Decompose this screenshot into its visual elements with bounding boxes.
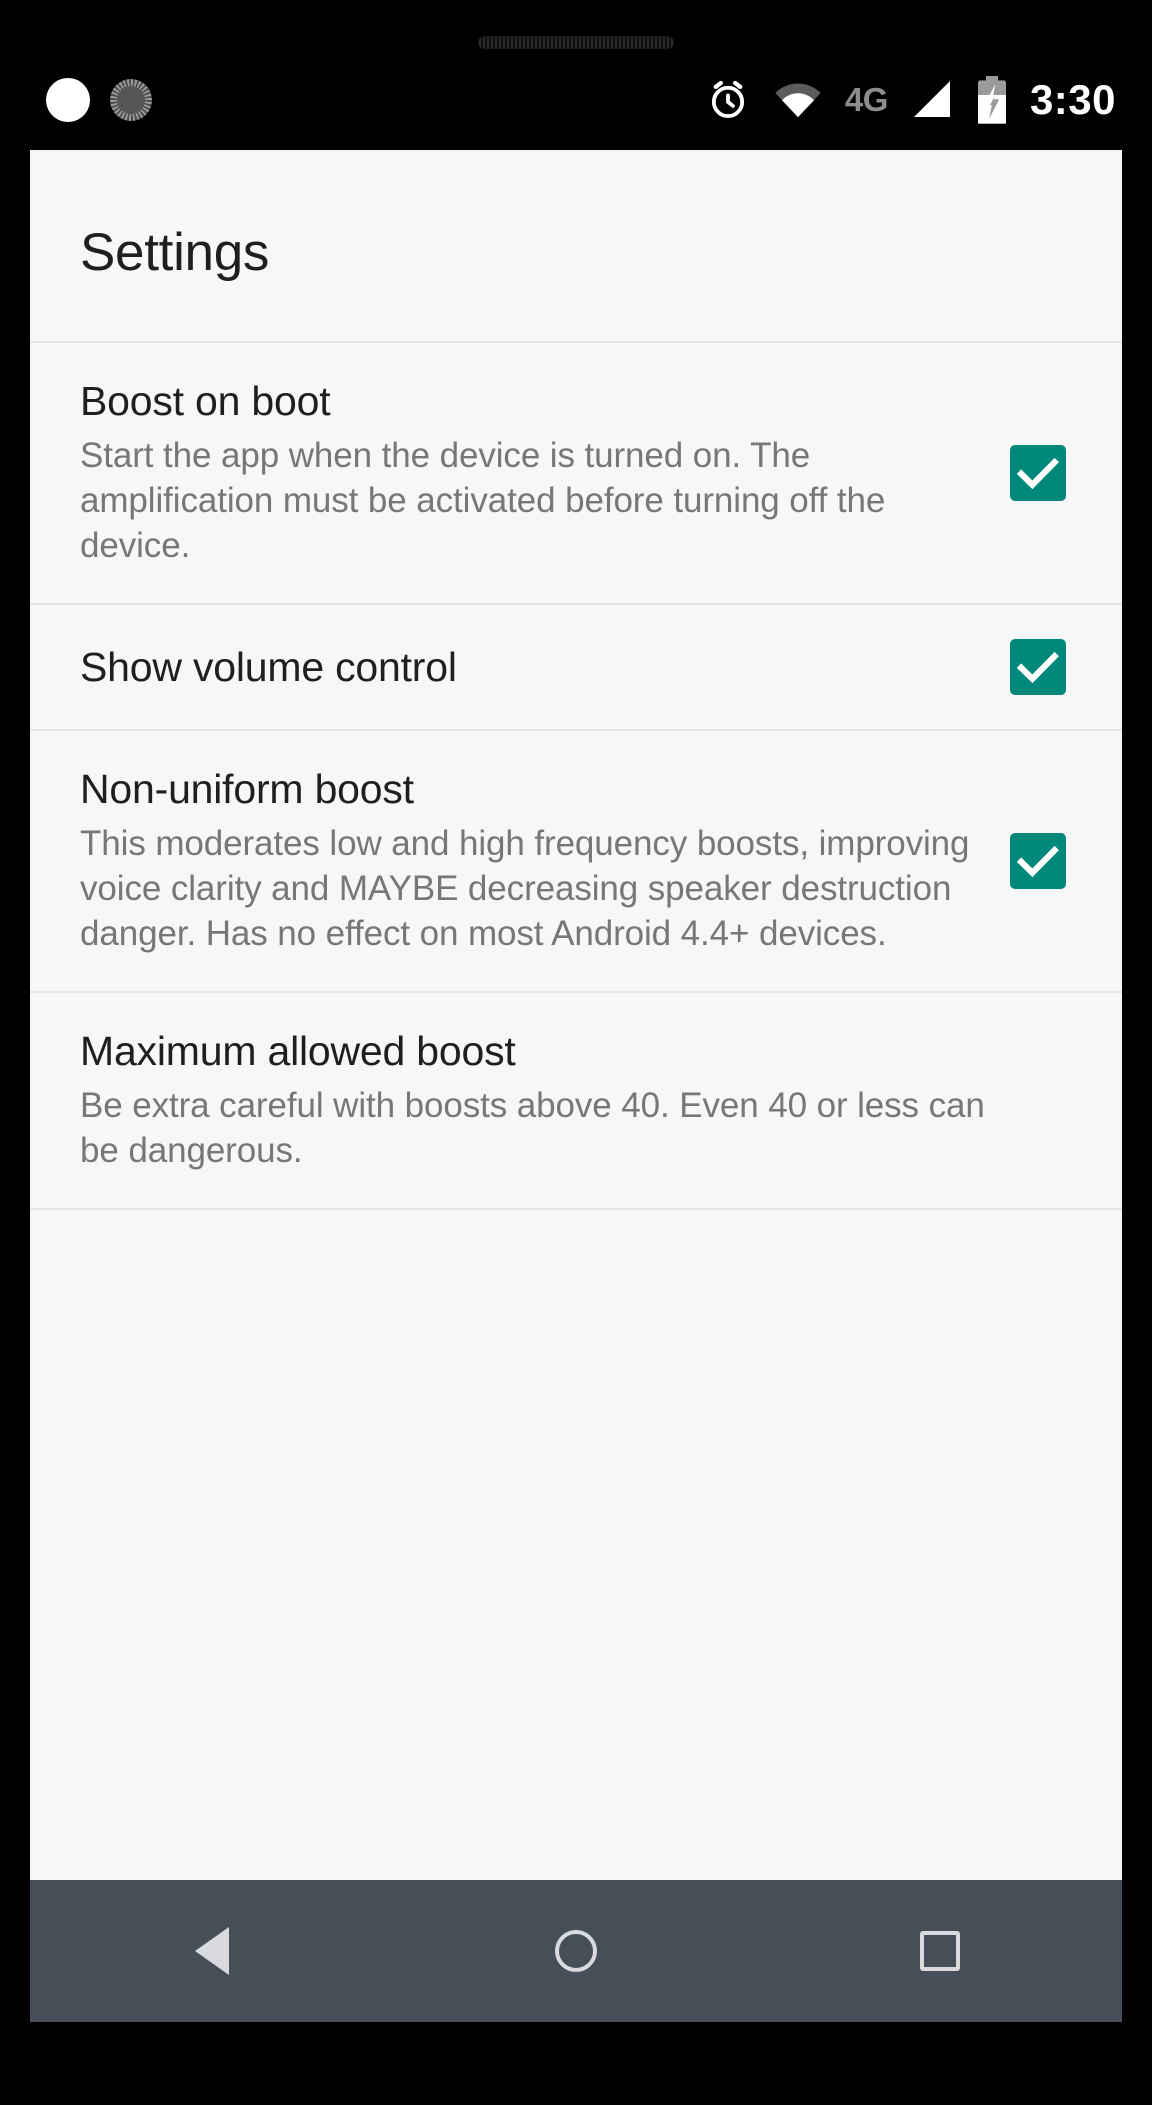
preference-summary: Start the app when the device is turned … <box>80 436 886 565</box>
preference-row-non-uniform-boost[interactable]: Non-uniform boost This moderates low and… <box>30 731 1122 993</box>
preference-summary: This moderates low and high frequency bo… <box>80 824 970 953</box>
status-bar-system-icons: 4G 3:30 <box>705 76 1116 124</box>
gear-progress-icon <box>110 79 152 121</box>
preference-summary: Be extra careful with boosts above 40. E… <box>80 1085 985 1170</box>
preference-row-boost-on-boot[interactable]: Boost on boot Start the app when the dev… <box>30 341 1122 605</box>
preference-title: Boost on boot <box>80 378 331 424</box>
settings-screen: Settings Boost on boot Start the app whe… <box>30 150 1122 1880</box>
back-triangle-icon <box>195 1927 229 1975</box>
recents-button[interactable] <box>880 1891 1000 2011</box>
checkbox-show-volume-control[interactable] <box>1010 638 1066 695</box>
preference-text: Non-uniform boost This moderates low and… <box>80 765 1010 957</box>
cellular-signal-icon <box>910 79 954 121</box>
battery-charging-icon <box>976 76 1008 124</box>
back-button[interactable] <box>152 1891 272 2011</box>
wifi-icon <box>773 80 823 120</box>
preference-text: Maximum allowed boost Be extra careful w… <box>80 1027 1066 1174</box>
earpiece-speaker-grille <box>478 36 674 49</box>
preference-list: Boost on boot Start the app when the dev… <box>30 341 1122 1540</box>
circle-notification-icon <box>46 78 90 122</box>
system-navigation-bar <box>30 1880 1122 2022</box>
preference-row-show-volume-control[interactable]: Show volume control <box>30 605 1122 731</box>
preference-text: Boost on boot Start the app when the dev… <box>80 377 1010 569</box>
list-empty-space <box>30 1210 1122 1540</box>
network-type-label: 4G <box>844 81 889 118</box>
preference-title: Non-uniform boost <box>80 765 414 812</box>
checkbox-boost-on-boot[interactable] <box>1010 444 1066 501</box>
status-bar-clock: 3:30 <box>1029 76 1116 123</box>
preference-row-maximum-allowed-boost[interactable]: Maximum allowed boost Be extra careful w… <box>30 993 1122 1210</box>
preference-text: Show volume control <box>80 643 1010 691</box>
alarm-clock-icon <box>705 77 751 123</box>
home-button[interactable] <box>516 1891 636 2011</box>
preference-title: Show volume control <box>80 643 457 690</box>
page-title: Settings <box>80 223 270 282</box>
status-bar: 4G 3:30 <box>0 66 1152 134</box>
status-bar-notifications <box>46 78 152 122</box>
recents-square-icon <box>920 1931 960 1971</box>
checkbox-non-uniform-boost[interactable] <box>1010 832 1066 889</box>
preference-title: Maximum allowed boost <box>80 1027 516 1074</box>
home-circle-icon <box>555 1930 597 1972</box>
android-device-frame: 4G 3:30 Settings Boost on boot Start the… <box>0 0 1152 2105</box>
